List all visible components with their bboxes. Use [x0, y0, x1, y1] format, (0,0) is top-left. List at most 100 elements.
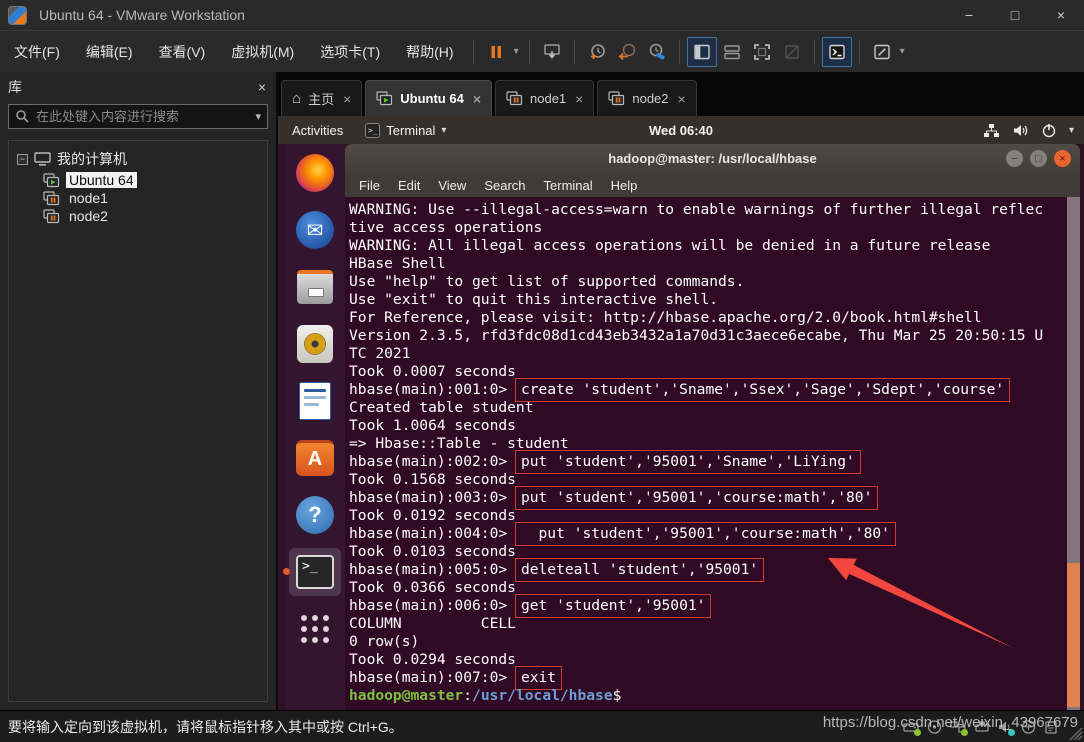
app-menu-terminal[interactable]: >_ Terminal ▾ — [357, 123, 454, 138]
menu-item[interactable]: 文件(F) — [2, 36, 72, 68]
console-view-button[interactable] — [822, 37, 852, 67]
revert-snapshot-button[interactable] — [612, 37, 642, 67]
menu-item[interactable]: 编辑(E) — [74, 36, 145, 68]
terminal-line: Took 1.0064 seconds — [349, 417, 1067, 435]
terminal-menu-search[interactable]: Search — [476, 176, 533, 195]
library-close-icon[interactable]: × — [258, 79, 266, 95]
minimize-button[interactable]: − — [946, 0, 992, 30]
toolbar-separator — [473, 40, 474, 64]
terminal-line: hbase(main):005:0> deleteall 'student','… — [349, 561, 1067, 579]
thumbnail-bar-toggle-button[interactable] — [717, 37, 747, 67]
send-ctrl-alt-del-button[interactable] — [537, 37, 567, 67]
dock-item-app-grid[interactable] — [289, 605, 341, 653]
terminal-menu-view[interactable]: View — [430, 176, 474, 195]
library-toggle-button[interactable] — [687, 37, 717, 67]
tree-item-label: node2 — [66, 208, 111, 224]
terminal-content[interactable]: WARNING: Use --illegal-access=warn to en… — [345, 197, 1067, 710]
system-status-area[interactable]: ▾ — [983, 122, 1084, 138]
tab-node2[interactable]: node2× — [597, 80, 696, 116]
tab-close-icon[interactable]: × — [343, 91, 351, 107]
library-search-box[interactable]: ▾ — [8, 104, 268, 129]
terminal-menu-edit[interactable]: Edit — [390, 176, 428, 195]
terminal-text: Version 2.3.5, rfd3fdc08d1cd43eb3432a1a7… — [349, 327, 1043, 344]
tree-expander-icon[interactable]: − — [17, 154, 28, 165]
vmware-workstation-window: Ubuntu 64 - VMware Workstation − □ × 文件(… — [0, 0, 1084, 742]
terminal-line: hbase(main):003:0> put 'student','95001'… — [349, 489, 1067, 507]
terminal-line: WARNING: All illegal access operations w… — [349, 237, 1067, 255]
terminal-text: Created table student — [349, 399, 534, 416]
terminal-maximize-button[interactable]: □ — [1030, 150, 1047, 167]
volume-icon — [1012, 123, 1029, 138]
take-snapshot-button[interactable] — [582, 37, 612, 67]
menu-item[interactable]: 虚拟机(M) — [219, 36, 306, 68]
tree-item-node2[interactable]: node2 — [13, 207, 263, 225]
ubuntu-top-bar: Activities >_ Terminal ▾ Wed 06:40 ▾ — [278, 116, 1084, 144]
stretch-button[interactable] — [867, 37, 897, 67]
tree-item-node1[interactable]: node1 — [13, 189, 263, 207]
manage-snapshots-button[interactable] — [642, 37, 672, 67]
terminal-line: tive access operations — [349, 219, 1067, 237]
vm-screen[interactable]: Activities >_ Terminal ▾ Wed 06:40 ▾ — [278, 116, 1084, 710]
terminal-menu-file[interactable]: File — [351, 176, 388, 195]
dock-item-firefox[interactable] — [289, 149, 341, 197]
terminal-text: hbase(main):005:0> — [349, 561, 516, 578]
app-menu-caret-icon: ▾ — [441, 125, 446, 136]
dock-item-ubuntu-software[interactable]: A — [289, 434, 341, 482]
activities-button[interactable]: Activities — [278, 123, 357, 138]
terminal-minimize-button[interactable]: − — [1006, 150, 1023, 167]
tab-label: 主页 — [308, 89, 334, 108]
dock-item-libreoffice-writer[interactable] — [289, 377, 341, 425]
tab-close-icon[interactable]: × — [473, 91, 481, 107]
terminal-line: Use "help" to get list of supported comm… — [349, 273, 1067, 291]
terminal-text: TC 2021 — [349, 345, 411, 362]
terminal-app-icon: >_ — [365, 123, 380, 138]
tab-主页[interactable]: ⌂ 主页 × — [281, 80, 362, 116]
menu-item[interactable]: 查看(V) — [147, 36, 218, 68]
terminal-menu-terminal[interactable]: Terminal — [536, 176, 601, 195]
toolbar-separator — [859, 40, 860, 64]
close-button[interactable]: × — [1038, 0, 1084, 30]
terminal-text: WARNING: Use --illegal-access=warn to en… — [349, 201, 1043, 218]
menu-item[interactable]: 选项卡(T) — [308, 36, 392, 68]
search-input[interactable] — [36, 109, 255, 124]
dock-item-help[interactable]: ? — [289, 491, 341, 539]
fullscreen-button[interactable] — [747, 37, 777, 67]
home-icon: ⌂ — [292, 90, 301, 107]
power-options-caret-icon[interactable]: ▾ — [511, 46, 522, 57]
tree-root-my-computer[interactable]: − 我的计算机 — [13, 147, 263, 171]
tab-close-icon[interactable]: × — [678, 91, 686, 107]
firefox-icon — [296, 154, 334, 192]
pause-button[interactable] — [481, 37, 511, 67]
terminal-line: WARNING: Use --illegal-access=warn to en… — [349, 201, 1067, 219]
terminal-line: HBase Shell — [349, 255, 1067, 273]
tree-item-label: node1 — [66, 190, 111, 206]
highlighted-command: put 'student','95001','course:math','80' — [515, 522, 896, 546]
search-caret-icon[interactable]: ▾ — [255, 110, 261, 123]
dock-item-files[interactable] — [289, 263, 341, 311]
terminal-close-button[interactable]: × — [1054, 150, 1071, 167]
stretch-options-caret-icon[interactable]: ▾ — [897, 46, 908, 57]
files-icon — [297, 270, 333, 304]
tree-item-ubuntu-64[interactable]: Ubuntu 64 — [13, 171, 263, 189]
tab-close-icon[interactable]: × — [575, 91, 583, 107]
tab-node1[interactable]: node1× — [495, 80, 594, 116]
terminal-text: 0 row(s) — [349, 633, 419, 650]
tab-ubuntu-64[interactable]: Ubuntu 64× — [365, 80, 492, 116]
dock-item-thunderbird[interactable]: ✉ — [289, 206, 341, 254]
terminal-scrollbar[interactable] — [1067, 197, 1080, 710]
terminal-text: Use "exit" to quit this interactive shel… — [349, 291, 718, 308]
terminal-text: hbase(main):002:0> — [349, 453, 516, 470]
toolbar-separator — [679, 40, 680, 64]
scrollbar-thumb[interactable] — [1067, 563, 1080, 707]
computer-icon — [34, 152, 51, 166]
terminal-line: Took 0.0294 seconds — [349, 651, 1067, 669]
terminal-titlebar[interactable]: hadoop@master: /usr/local/hbase − □ × — [345, 144, 1080, 173]
terminal-text: Took 0.0192 seconds — [349, 507, 516, 524]
maximize-button[interactable]: □ — [992, 0, 1038, 30]
terminal-menu-help[interactable]: Help — [603, 176, 646, 195]
dock-item-rhythmbox[interactable] — [289, 320, 341, 368]
menu-item[interactable]: 帮助(H) — [394, 36, 465, 68]
titlebar: Ubuntu 64 - VMware Workstation − □ × — [0, 0, 1084, 30]
dock-item-terminal[interactable]: >_ — [289, 548, 341, 596]
terminal-line: Version 2.3.5, rfd3fdc08d1cd43eb3432a1a7… — [349, 327, 1067, 345]
